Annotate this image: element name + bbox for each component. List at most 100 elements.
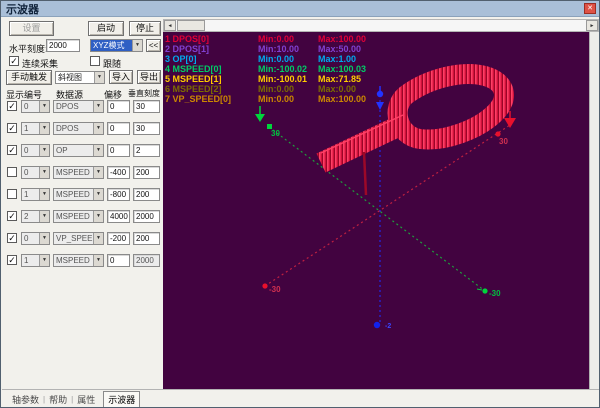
channel-row: ✓ 0▼ DPOS▼ 0 30: [2, 100, 163, 114]
index-select[interactable]: 0▼: [21, 100, 50, 113]
chevron-down-icon[interactable]: ▼: [93, 167, 103, 178]
vertical-scrollbar[interactable]: [589, 32, 599, 389]
x-axis-min-marker: -30: [262, 283, 281, 294]
start-button[interactable]: 启动: [88, 21, 124, 36]
import-button[interactable]: 导入: [109, 70, 133, 84]
source-select[interactable]: DPOS▼: [53, 100, 104, 113]
scale-input[interactable]: 30: [133, 100, 160, 113]
chevron-down-icon[interactable]: ▼: [39, 167, 49, 178]
view-select[interactable]: 斜视图 ▼: [55, 71, 105, 84]
tab-oscilloscope[interactable]: 示波器: [103, 391, 140, 408]
legend-entry: 6 MSPEED[2]Min:0.00Max:0.00: [165, 84, 366, 94]
follow-checkbox[interactable]: [90, 56, 100, 66]
svg-text:-2: -2: [385, 323, 391, 330]
svg-text:30: 30: [499, 137, 508, 146]
show-checkbox[interactable]: ✓: [7, 211, 17, 221]
chevron-down-icon[interactable]: ▼: [39, 255, 49, 266]
chevron-down-icon[interactable]: ▼: [93, 101, 103, 112]
chevron-down-icon[interactable]: ▼: [93, 211, 103, 222]
svg-text:30: 30: [271, 129, 280, 138]
continuous-capture-checkbox[interactable]: ✓: [9, 56, 19, 66]
scale-input[interactable]: 30: [133, 122, 160, 135]
offset-input[interactable]: -200: [107, 232, 130, 245]
scale-input[interactable]: 2: [133, 144, 160, 157]
offset-input[interactable]: 0: [107, 144, 130, 157]
window-body: 设置 启动 停止 水平刻度: 2000 XYZ模式 ▼ << ✓ 连续采集 跟随…: [2, 18, 599, 408]
chevron-down-icon[interactable]: ▼: [39, 123, 49, 134]
control-panel: 设置 启动 停止 水平刻度: 2000 XYZ模式 ▼ << ✓ 连续采集 跟随…: [2, 18, 163, 389]
index-select[interactable]: 0▼: [21, 232, 50, 245]
stop-button[interactable]: 停止: [129, 21, 161, 36]
chevron-down-icon[interactable]: ▼: [39, 101, 49, 112]
index-select[interactable]: 1▼: [21, 188, 50, 201]
show-checkbox[interactable]: [7, 189, 17, 199]
offset-input[interactable]: 0: [107, 122, 130, 135]
index-select[interactable]: 2▼: [21, 210, 50, 223]
source-select[interactable]: MSPEED▼: [53, 188, 104, 201]
chevron-down-icon[interactable]: ▼: [93, 255, 103, 266]
export-button[interactable]: 导出: [137, 70, 161, 84]
horizontal-scale-input[interactable]: 2000: [46, 39, 80, 52]
offset-input[interactable]: 0: [107, 254, 130, 267]
manual-trigger-button[interactable]: 手动触发: [6, 70, 52, 85]
z-axis-min-marker: -2: [374, 322, 392, 330]
source-select[interactable]: VP_SPEED▼: [53, 232, 104, 245]
chevron-down-icon[interactable]: ▼: [93, 123, 103, 134]
collapse-button[interactable]: <<: [146, 39, 161, 52]
index-select[interactable]: 0▼: [21, 144, 50, 157]
index-select[interactable]: 1▼: [21, 122, 50, 135]
chevron-down-icon[interactable]: ▼: [94, 72, 104, 83]
offset-input[interactable]: -800: [107, 188, 130, 201]
chevron-down-icon[interactable]: ▼: [39, 145, 49, 156]
source-select[interactable]: DPOS▼: [53, 122, 104, 135]
mode-select[interactable]: XYZ模式 ▼: [90, 39, 143, 52]
offset-input[interactable]: 4000: [107, 210, 130, 223]
show-checkbox[interactable]: [7, 167, 17, 177]
legend-entry: 5 MSPEED[1]Min:-100.01Max:71.85: [165, 74, 366, 84]
scroll-left-icon[interactable]: ◄: [164, 20, 176, 31]
chevron-down-icon[interactable]: ▼: [39, 211, 49, 222]
scale-input[interactable]: 200: [133, 188, 160, 201]
offset-input[interactable]: 0: [107, 100, 130, 113]
legend-entry: 3 OP[0]Min:0.00Max:1.00: [165, 54, 366, 64]
chevron-down-icon[interactable]: ▼: [93, 189, 103, 200]
source-select[interactable]: OP▼: [53, 144, 104, 157]
settings-button[interactable]: 设置: [9, 21, 54, 36]
source-select[interactable]: MSPEED▼: [53, 210, 104, 223]
show-checkbox[interactable]: ✓: [7, 233, 17, 243]
tab-help[interactable]: 帮助: [45, 392, 71, 407]
index-select[interactable]: 0▼: [21, 166, 50, 179]
chevron-down-icon[interactable]: ▼: [93, 145, 103, 156]
channel-row: ✓ 1▼ DPOS▼ 0 30: [2, 122, 163, 136]
source-select[interactable]: MSPEED▼: [53, 254, 104, 267]
show-checkbox[interactable]: ✓: [7, 255, 17, 265]
chevron-down-icon[interactable]: ▼: [39, 189, 49, 200]
tab-axis-params[interactable]: 轴参数: [8, 392, 43, 407]
scale-input[interactable]: 200: [133, 232, 160, 245]
tab-properties[interactable]: 属性: [73, 392, 99, 407]
trace-legend: 1 DPOS[0]Min:0.00Max:100.00 2 DPOS[1]Min…: [165, 34, 366, 104]
index-select[interactable]: 1▼: [21, 254, 50, 267]
continuous-capture-label: 连续采集: [22, 57, 58, 70]
chevron-down-icon[interactable]: ▼: [93, 233, 103, 244]
scrollbar-track[interactable]: [205, 20, 586, 31]
offset-input[interactable]: -400: [107, 166, 130, 179]
scrollbar-thumb[interactable]: [177, 20, 205, 31]
channel-row: ✓ 1▼ MSPEED▼ 0 2000: [2, 254, 163, 268]
window-title: 示波器: [1, 1, 39, 17]
scale-input[interactable]: 2000: [133, 210, 160, 223]
chevron-down-icon[interactable]: ▼: [132, 40, 142, 51]
show-checkbox[interactable]: ✓: [7, 101, 17, 111]
scale-input[interactable]: 2000: [133, 254, 160, 267]
oscilloscope-window: 示波器 ✕ 设置 启动 停止 水平刻度: 2000 XYZ模式 ▼ << ✓ 连…: [0, 0, 600, 408]
scroll-right-icon[interactable]: ►: [586, 20, 598, 31]
show-checkbox[interactable]: ✓: [7, 145, 17, 155]
horizontal-scrollbar[interactable]: ◄ ►: [163, 19, 599, 32]
source-select[interactable]: MSPEED▼: [53, 166, 104, 179]
chevron-down-icon[interactable]: ▼: [39, 233, 49, 244]
show-checkbox[interactable]: ✓: [7, 123, 17, 133]
scale-input[interactable]: 200: [133, 166, 160, 179]
close-icon[interactable]: ✕: [584, 3, 596, 14]
scope-plot-area[interactable]: 30 -30 30 -30: [163, 32, 589, 389]
dock-tab-bar: 轴参数 | 帮助 | 属性 示波器: [2, 389, 599, 408]
